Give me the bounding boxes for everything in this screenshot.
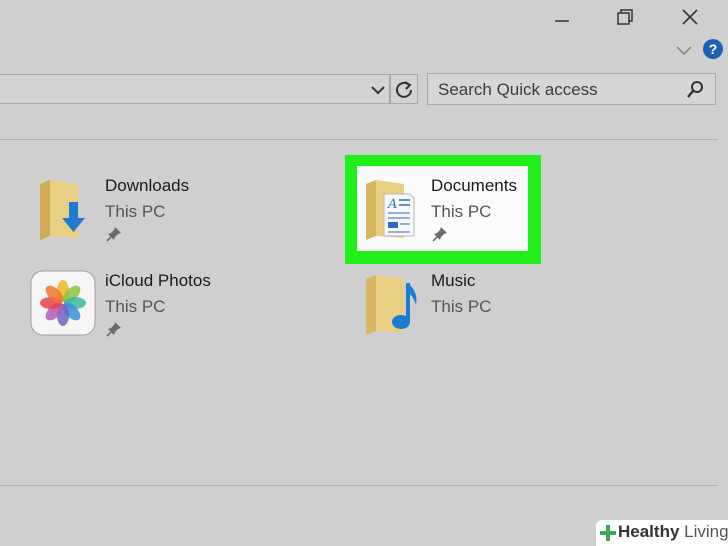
item-name: Documents	[431, 176, 517, 195]
svg-text:A: A	[387, 197, 397, 212]
downloads-folder-icon	[40, 180, 85, 240]
address-dropdown-button[interactable]	[366, 79, 390, 101]
refresh-icon	[396, 81, 412, 98]
list-item-icloud-photos[interactable]: iCloud Photos This PC	[30, 265, 250, 345]
minimize-icon	[555, 20, 569, 22]
chevron-down-icon	[676, 46, 692, 56]
item-name: Downloads	[105, 176, 190, 195]
expand-ribbon-button[interactable]	[674, 40, 694, 65]
ribbon-help-area: ?	[670, 38, 728, 62]
item-location: This PC	[431, 202, 492, 221]
list-item-documents[interactable]: A Documents This PC	[357, 170, 528, 250]
item-name: iCloud Photos	[105, 271, 211, 290]
plus-cross-icon	[600, 525, 616, 541]
status-divider	[0, 485, 718, 486]
pin-icon	[106, 322, 121, 337]
search-input[interactable]: Search Quick access	[427, 73, 716, 105]
close-button[interactable]	[668, 2, 712, 32]
search-placeholder: Search Quick access	[438, 80, 598, 99]
close-icon	[682, 9, 698, 25]
watermark-logo: Healthy Living	[596, 520, 728, 546]
item-name: Music	[431, 271, 476, 290]
item-location: This PC	[105, 202, 166, 221]
content-divider	[0, 139, 718, 140]
music-folder-icon	[366, 275, 417, 335]
documents-folder-icon: A	[366, 180, 415, 240]
minimize-button[interactable]	[540, 2, 584, 32]
list-item-downloads[interactable]: Downloads This PC	[30, 170, 230, 250]
refresh-button[interactable]	[390, 74, 418, 104]
search-icon[interactable]	[685, 80, 705, 105]
chevron-down-icon	[371, 86, 385, 95]
restore-button[interactable]	[603, 2, 647, 32]
pin-icon	[106, 227, 121, 242]
restore-icon	[617, 9, 633, 25]
help-icon[interactable]: ?	[703, 39, 723, 59]
icloud-photos-icon	[30, 270, 96, 336]
address-bar[interactable]	[0, 74, 390, 104]
pin-icon	[432, 227, 447, 242]
list-item-music[interactable]: Music This PC	[357, 265, 528, 345]
item-location: This PC	[431, 297, 492, 316]
watermark-text: Healthy Living	[618, 522, 728, 541]
item-location: This PC	[105, 297, 166, 316]
